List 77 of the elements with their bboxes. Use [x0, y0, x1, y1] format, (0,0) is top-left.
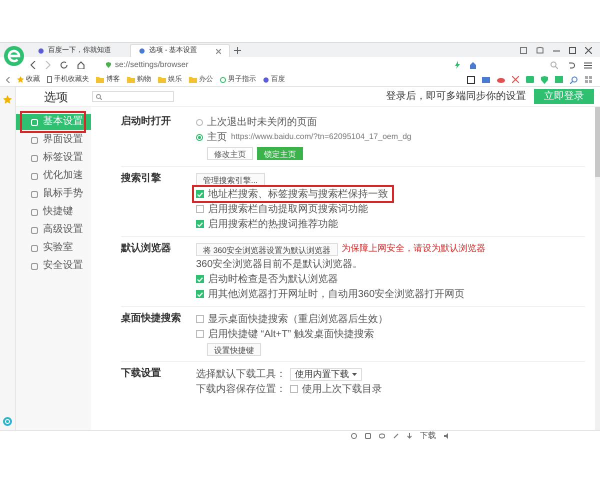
new-tab-icon[interactable]	[234, 47, 241, 54]
sidebar-item[interactable]: 优化加速	[16, 168, 91, 184]
grid-icon[interactable]	[585, 76, 592, 83]
section-title: 启动时打开	[121, 115, 172, 129]
checkbox-label: 使用上次下载目录	[302, 382, 382, 396]
forward-icon[interactable]	[45, 61, 51, 69]
section-title: 默认浏览器	[121, 242, 172, 256]
sync-hint: 登录后，即可多端同步你的设置	[386, 90, 526, 104]
folder-icon	[189, 76, 197, 82]
radio-label: 上次退出时未关闭的页面	[207, 116, 317, 128]
home-icon[interactable]	[77, 61, 85, 69]
settings-button[interactable]: 将 360安全浏览器设置为默认浏览器	[196, 242, 338, 256]
checkbox-label: 启用快捷键 “Alt+T” 触发桌面快捷搜索	[208, 328, 374, 340]
scrollbar-thumb[interactable]	[595, 107, 600, 177]
folder-icon	[96, 76, 104, 82]
sidebar-item[interactable]: 标签设置	[16, 150, 91, 166]
checkbox-label: 启用搜索栏的热搜词推荐功能	[208, 218, 338, 230]
checkbox[interactable]	[196, 315, 204, 323]
house-icon[interactable]	[469, 61, 477, 69]
menu-icon[interactable]	[584, 62, 592, 68]
caret-icon	[352, 372, 357, 376]
section-title: 下载设置	[121, 367, 162, 381]
sidebar-item[interactable]: 鼠标手势	[16, 186, 91, 202]
sidebar-item[interactable]: 高级设置	[16, 222, 91, 238]
checkbox[interactable]	[196, 330, 204, 338]
homepage-url: https://www.baidu.com/?tn=62095104_17_oem_dg	[231, 131, 412, 143]
monitor-icon[interactable]	[467, 76, 475, 84]
page-title: 选项	[44, 88, 69, 106]
section-title: 桌面快捷搜索	[121, 312, 182, 326]
sidebar-item[interactable]: 界面设置	[16, 132, 91, 148]
radio-button[interactable]	[196, 134, 203, 140]
checkbox[interactable]	[290, 385, 298, 393]
field-label: 选择默认下载工具：	[196, 368, 286, 380]
star-icon	[17, 76, 24, 83]
sidebar-item[interactable]: 快捷键	[16, 204, 91, 220]
section-title: 搜索引擎	[121, 172, 162, 186]
settings-button[interactable]: 设置快捷键	[207, 342, 261, 356]
status-text: 360安全浏览器目前不是默认浏览器。	[196, 258, 363, 270]
shield-icon	[106, 62, 111, 68]
checkbox-label: 用其他浏览器打开网址时，自动用360安全浏览器打开网页	[208, 288, 465, 300]
warning-text: 为保障上网安全，请设为默认浏览器	[342, 242, 486, 256]
settings-button[interactable]: 管理搜索引擎...	[196, 172, 265, 186]
checkbox-label: 启动时检查是否为默认浏览器	[208, 272, 338, 286]
close-icon[interactable]	[216, 48, 221, 54]
close-icon[interactable]	[585, 46, 592, 54]
radio-label: 主页	[207, 130, 227, 144]
address-field[interactable]: se://settings/browser	[115, 59, 188, 71]
sidebar-item[interactable]: 实验室	[16, 240, 91, 256]
download-icon[interactable]	[407, 432, 412, 438]
folder-icon	[158, 76, 166, 82]
speaker-icon[interactable]	[444, 432, 450, 438]
checkbox-label: 启用搜索栏自动提取网页搜索词功能	[208, 202, 368, 216]
download-tool-dropdown[interactable]: 使用内置下载	[290, 368, 362, 380]
sidebar-toggle-icon[interactable]	[6, 76, 10, 82]
folder-icon	[127, 76, 135, 82]
maximize-icon[interactable]	[569, 46, 576, 54]
back-icon[interactable]	[30, 61, 36, 69]
window-icon[interactable]	[520, 46, 527, 54]
checkbox-label: 显示桌面快捷搜索（重启浏览器后生效）	[208, 312, 388, 326]
search-icon[interactable]	[550, 61, 558, 69]
search-icon	[96, 94, 102, 100]
shield-icon[interactable]	[541, 76, 548, 84]
search-field[interactable]	[92, 91, 174, 102]
circle-icon[interactable]	[3, 417, 12, 426]
download-label[interactable]: 下载	[420, 431, 436, 440]
star-icon[interactable]	[3, 95, 12, 104]
sidebar-item[interactable]: 安全设置	[16, 258, 91, 274]
field-label: 下载内容保存位置：	[196, 382, 286, 396]
reload-icon[interactable]	[60, 61, 68, 69]
lightning-icon[interactable]	[455, 61, 460, 69]
edit-homepage-button[interactable]: 修改主页	[207, 146, 253, 160]
undo-icon[interactable]	[567, 61, 575, 69]
search-icon[interactable]	[570, 76, 578, 84]
checkbox-label: 地址栏搜索、标签搜索与搜索栏保持一致	[208, 188, 388, 200]
radio-button[interactable]	[196, 118, 203, 126]
checkbox[interactable]	[196, 205, 204, 213]
phone-icon	[47, 76, 52, 83]
